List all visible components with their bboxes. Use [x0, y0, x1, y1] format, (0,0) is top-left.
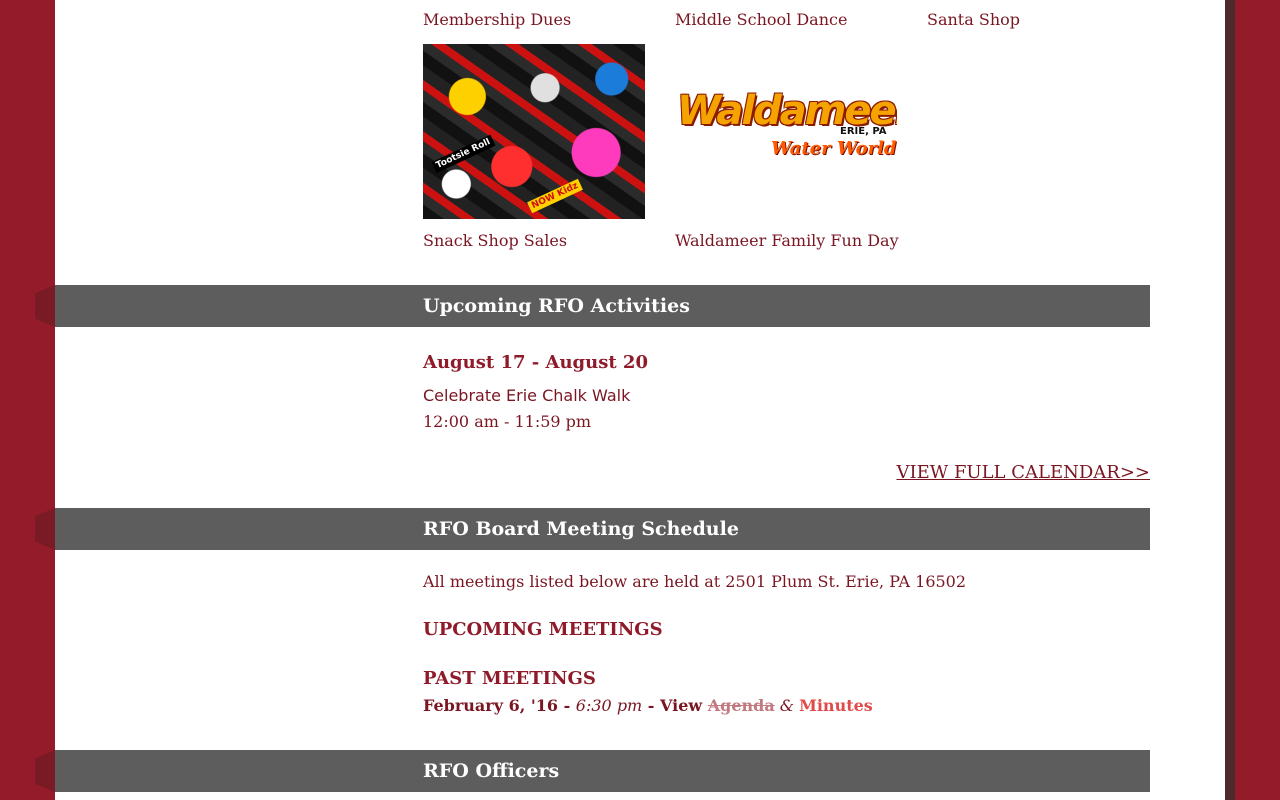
- officers-section-title: RFO Officers: [423, 760, 560, 782]
- board-section-title: RFO Board Meeting Schedule: [423, 518, 739, 540]
- minutes-link[interactable]: Minutes: [799, 696, 873, 715]
- meeting-ampersand: &: [774, 696, 800, 715]
- past-meetings-heading: PAST MEETINGS: [423, 668, 596, 689]
- past-meeting-row: February 6, '16 - 6:30 pm - View Agenda …: [423, 696, 873, 715]
- view-full-calendar-link[interactable]: VIEW FULL CALENDAR>>: [896, 462, 1150, 483]
- upcoming-meetings-heading: UPCOMING MEETINGS: [423, 619, 663, 640]
- candy-label: NOW Kidz: [527, 178, 583, 214]
- fundraiser-link-snack-shop-sales[interactable]: Snack Shop Sales: [423, 231, 567, 250]
- event-name-link[interactable]: Celebrate Erie Chalk Walk: [423, 386, 630, 405]
- fundraiser-link-santa-shop[interactable]: Santa Shop: [927, 10, 1020, 29]
- meeting-location-note: All meetings listed below are held at 25…: [423, 572, 967, 591]
- fundraiser-link-waldameer-fun-day[interactable]: Waldameer Family Fun Day: [675, 231, 899, 250]
- fundraiser-link-membership-dues[interactable]: Membership Dues: [423, 10, 571, 29]
- right-edge-shade: [1225, 0, 1235, 800]
- section-tab-decoration: [35, 750, 55, 792]
- logo-sub-text: Water World: [771, 138, 897, 159]
- section-tab-decoration: [35, 285, 55, 327]
- event-dates: August 17 - August 20: [423, 352, 648, 373]
- waldameer-logo[interactable]: Waldameer ERIE, PA Water World: [675, 80, 897, 170]
- activities-section-title: Upcoming RFO Activities: [423, 295, 690, 317]
- officers-header-bar: [55, 750, 1150, 792]
- snack-shop-image[interactable]: Tootsie Roll NOW Kidz: [423, 44, 645, 219]
- candy-label: Tootsie Roll: [431, 134, 496, 174]
- logo-location-text: ERIE, PA: [840, 126, 887, 137]
- section-tab-decoration: [35, 508, 55, 550]
- meeting-time: 6:30 pm: [575, 696, 643, 715]
- meeting-date: February 6, '16 -: [423, 696, 576, 715]
- event-time: 12:00 am - 11:59 pm: [423, 412, 592, 431]
- agenda-link[interactable]: Agenda: [708, 696, 775, 715]
- fundraiser-link-middle-school-dance[interactable]: Middle School Dance: [675, 10, 847, 29]
- meeting-view-label: - View: [642, 696, 708, 715]
